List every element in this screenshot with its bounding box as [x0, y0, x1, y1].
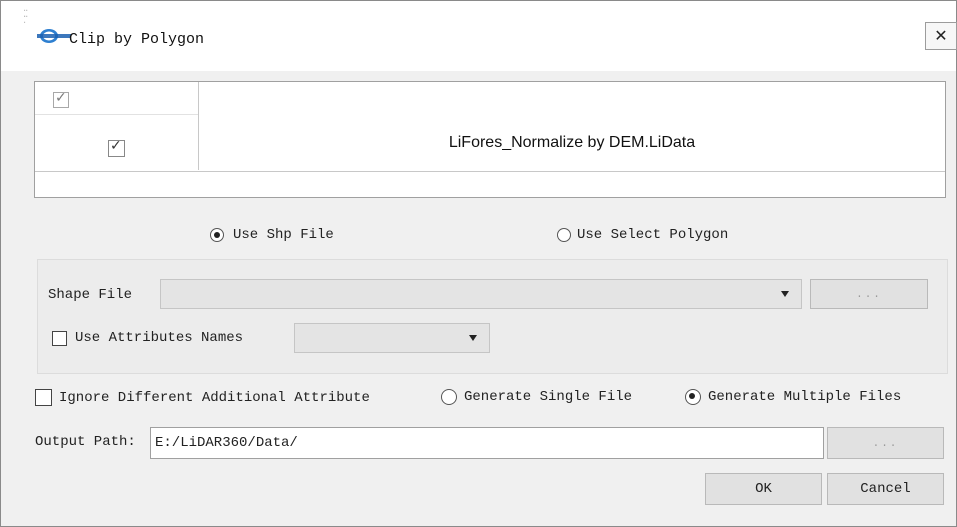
use-attributes-label: Use Attributes Names — [75, 330, 244, 346]
use-attributes-option[interactable]: Use Attributes Names — [52, 330, 243, 346]
use-select-polygon-label: Use Select Polygon — [577, 227, 729, 243]
close-button[interactable]: ✕ — [925, 22, 957, 50]
generate-single-label: Generate Single File — [464, 389, 633, 405]
shape-file-label: Shape File — [48, 287, 133, 303]
drag-grip-icon: ⁚⁚ ⁚ — [23, 10, 28, 27]
shape-file-browse-button[interactable]: ... — [810, 279, 928, 309]
header-divider — [35, 114, 198, 115]
use-shp-file-option[interactable]: Use Shp File — [210, 227, 334, 243]
generate-multiple-radio[interactable] — [685, 389, 701, 405]
attribute-name-combo[interactable] — [294, 323, 490, 353]
chevron-down-icon — [469, 335, 477, 341]
generate-single-option[interactable]: Generate Single File — [441, 389, 632, 405]
output-path-label: Output Path: — [35, 434, 136, 450]
row-checkbox[interactable]: ✓ — [108, 138, 125, 157]
use-shp-file-radio[interactable] — [210, 228, 224, 242]
cancel-button[interactable]: Cancel — [827, 473, 944, 505]
generate-single-radio[interactable] — [441, 389, 457, 405]
lidar-logo-icon — [37, 29, 71, 43]
file-table: ✓ ✓ LiFores_Normalize by DEM.LiData — [34, 81, 946, 198]
use-shp-file-label: Use Shp File — [233, 227, 334, 243]
output-path-input[interactable]: E:/LiDAR360/Data/ — [150, 427, 824, 459]
select-all-checkbox[interactable]: ✓ — [53, 90, 69, 108]
column-divider — [198, 82, 199, 170]
dialog-title: Clip by Polygon — [69, 31, 205, 48]
use-select-polygon-radio[interactable] — [557, 228, 571, 242]
ignore-attribute-checkbox[interactable] — [35, 389, 52, 406]
title-bar: ⁚⁚ ⁚ Clip by Polygon ✕ — [1, 1, 957, 71]
row-divider — [35, 171, 945, 172]
check-icon: ✓ — [110, 138, 122, 154]
use-select-polygon-option[interactable]: Use Select Polygon — [557, 227, 728, 243]
ignore-attribute-option[interactable]: Ignore Different Additional Attribute — [35, 389, 370, 406]
generate-multiple-option[interactable]: Generate Multiple Files — [685, 389, 901, 405]
check-icon: ✓ — [55, 90, 67, 106]
ok-button[interactable]: OK — [705, 473, 822, 505]
output-path-browse-button[interactable]: ... — [827, 427, 944, 459]
chevron-down-icon — [781, 291, 789, 297]
file-name-cell[interactable]: LiFores_Normalize by DEM.LiData — [199, 134, 945, 152]
use-attributes-checkbox[interactable] — [52, 330, 67, 346]
shape-file-group: Shape File ... Use Attributes Names — [37, 259, 948, 374]
generate-multiple-label: Generate Multiple Files — [708, 389, 902, 405]
ignore-attribute-label: Ignore Different Additional Attribute — [59, 389, 370, 406]
clip-by-polygon-dialog: ⁚⁚ ⁚ Clip by Polygon ✕ ✓ ✓ LiFores_Normal… — [0, 0, 957, 527]
shape-file-combo[interactable] — [160, 279, 802, 309]
